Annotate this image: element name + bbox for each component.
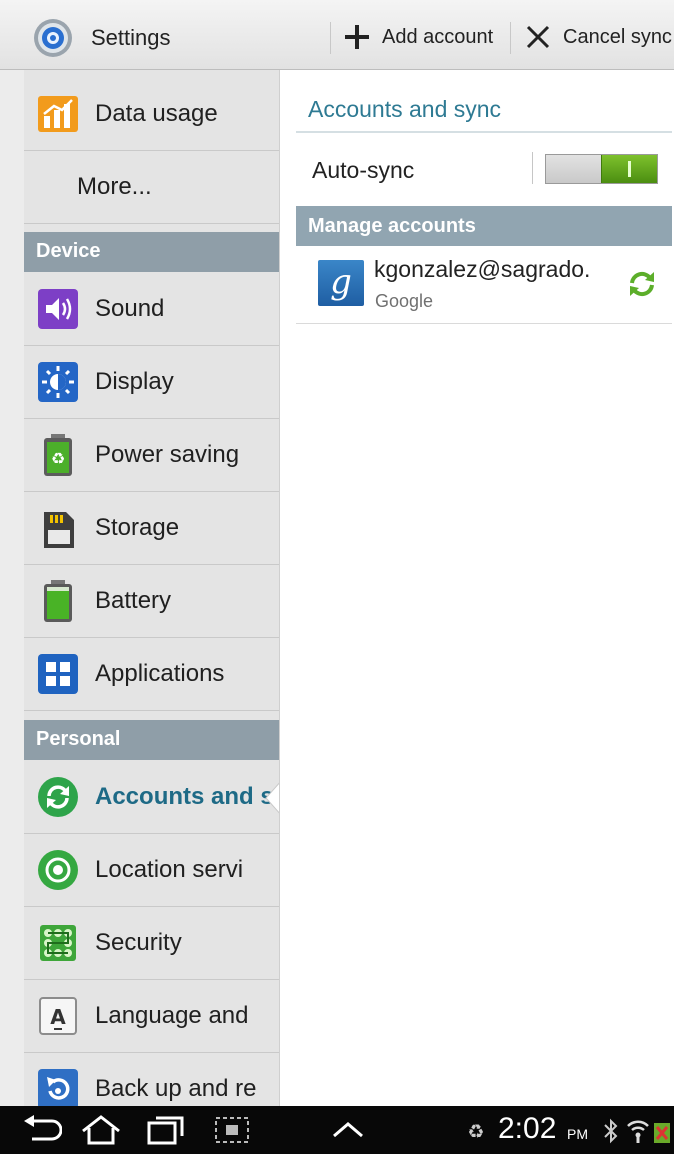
- sidebar-item-label: Back up and re: [95, 1075, 257, 1102]
- sidebar-item-label: Display: [95, 368, 174, 395]
- add-account-button[interactable]: Add account: [344, 14, 493, 60]
- sidebar-item-display[interactable]: Display: [24, 346, 279, 419]
- recent-apps-icon[interactable]: [146, 1114, 186, 1146]
- sidebar-item-label: Battery: [95, 587, 172, 614]
- section-header-personal: Personal: [24, 720, 279, 760]
- selection-pointer-icon: [265, 782, 279, 814]
- action-bar: Settings Add account Cancel sync: [0, 0, 674, 70]
- sidebar-item-more[interactable]: More...: [24, 151, 279, 224]
- clock-ampm: PM: [567, 1126, 588, 1142]
- sidebar-item-applications[interactable]: Applications: [24, 638, 279, 711]
- data-usage-icon: [38, 96, 78, 132]
- toggle-divider: [532, 152, 533, 184]
- sidebar-item-label: Storage: [95, 514, 180, 541]
- location-icon: [38, 850, 78, 890]
- battery-icon: [44, 580, 72, 622]
- sidebar-item-label: Data usage: [95, 100, 218, 127]
- wifi-icon: [627, 1120, 649, 1143]
- action-divider: [510, 22, 511, 54]
- sidebar-item-power-saving[interactable]: ♻ Power saving: [24, 419, 279, 492]
- plus-icon: [345, 25, 369, 49]
- svg-text:♻: ♻: [467, 1121, 484, 1143]
- manage-accounts-header: Manage accounts: [296, 206, 672, 246]
- account-item-google[interactable]: g kgonzalez@sagrado. Google: [296, 246, 672, 324]
- cancel-sync-button[interactable]: Cancel sync: [525, 14, 672, 60]
- sidebar-item-label: More...: [77, 173, 152, 200]
- sidebar-item-label: Sound: [95, 295, 165, 322]
- panel-title: Accounts and sync: [308, 96, 502, 122]
- sidebar-item-storage[interactable]: Storage: [24, 492, 279, 565]
- section-header-device: Device: [24, 232, 279, 272]
- security-icon: [40, 925, 76, 961]
- left-gutter: [0, 70, 24, 1106]
- screenshot-icon[interactable]: [212, 1114, 252, 1146]
- sidebar-item-label: Location servi: [95, 856, 244, 883]
- page-title: Settings: [91, 25, 171, 50]
- sync-status-icon: ♻: [467, 1121, 484, 1143]
- action-divider: [330, 22, 331, 54]
- sidebar-item-accounts-sync[interactable]: Accounts and s: [24, 761, 279, 834]
- settings-list[interactable]: Data usage More... Device Sound Display …: [0, 70, 280, 1106]
- svg-text:♻: ♻: [51, 449, 65, 468]
- close-icon: [526, 25, 550, 49]
- toggle-on-mark: [628, 161, 631, 177]
- sidebar-item-data-usage[interactable]: Data usage: [24, 78, 279, 151]
- sidebar-item-label: Power saving: [95, 441, 240, 468]
- home-icon[interactable]: [80, 1114, 122, 1146]
- sidebar-item-backup[interactable]: Back up and re: [24, 1053, 279, 1106]
- sidebar-item-label: Accounts and s: [95, 783, 274, 810]
- sound-icon: [38, 289, 78, 329]
- google-account-icon: g: [318, 260, 364, 306]
- power-saving-icon: ♻: [44, 434, 72, 476]
- auto-sync-toggle[interactable]: [545, 154, 658, 184]
- sidebar-item-label: Applications: [95, 660, 225, 687]
- sidebar-item-label: Security: [95, 929, 182, 956]
- settings-gear-icon[interactable]: [32, 17, 74, 59]
- sync-icon[interactable]: [624, 266, 660, 302]
- sidebar-item-location[interactable]: Location servi: [24, 834, 279, 907]
- account-email: kgonzalez@sagrado.: [374, 256, 591, 282]
- google-icon-letter: g: [330, 262, 352, 302]
- toggle-knob-on: [601, 155, 657, 183]
- applications-icon: [38, 654, 78, 694]
- bluetooth-icon: [604, 1118, 618, 1144]
- cancel-sync-label: Cancel sync: [563, 25, 672, 48]
- sidebar-item-sound[interactable]: Sound: [24, 273, 279, 346]
- clock-time: 2:02: [498, 1112, 557, 1145]
- language-icon: A: [39, 997, 77, 1035]
- account-type: Google: [375, 291, 434, 311]
- back-icon[interactable]: [22, 1114, 62, 1144]
- sidebar-item-security[interactable]: Security: [24, 907, 279, 980]
- backup-icon: [38, 1069, 78, 1106]
- sidebar-item-battery[interactable]: Battery: [24, 565, 279, 638]
- display-icon: [38, 362, 78, 402]
- auto-sync-label: Auto-sync: [312, 157, 415, 183]
- accounts-sync-icon: [38, 777, 78, 817]
- chevron-up-icon[interactable]: [330, 1114, 366, 1146]
- svg-text:A: A: [50, 1005, 66, 1029]
- sidebar-item-label: Language and: [95, 1002, 249, 1029]
- add-account-label: Add account: [382, 25, 494, 48]
- sidebar-item-language[interactable]: A Language and: [24, 980, 279, 1053]
- accounts-sync-panel: Accounts and sync Auto-sync Manage accou…: [280, 70, 674, 1106]
- title-divider: [296, 131, 672, 133]
- system-bar: ♻ 2:02 PM: [0, 1106, 674, 1154]
- battery-status-icon: [654, 1123, 670, 1143]
- storage-icon: [44, 512, 74, 548]
